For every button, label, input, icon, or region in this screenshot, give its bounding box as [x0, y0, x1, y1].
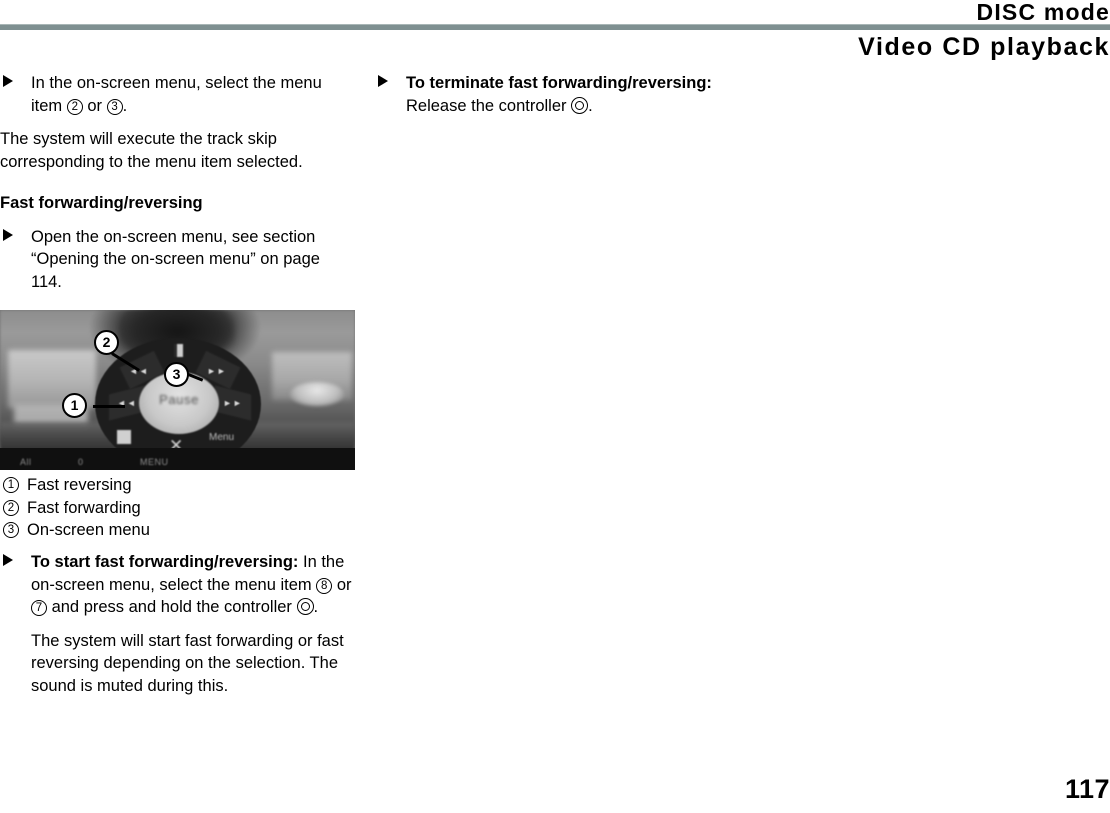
section-heading-fast-forwarding-reversing: Fast forwarding/reversing [0, 194, 203, 212]
page-title: DISC mode [976, 0, 1110, 25]
figure-background-bowl [290, 382, 344, 406]
osd-glyph-skip-forward-icon: ►► [207, 366, 227, 376]
page-header: DISC mode Video CD playback [0, 0, 1110, 62]
figure-legend: 1 Fast reversing 2 Fast forwarding 3 On-… [0, 474, 352, 542]
legend-item: 1 Fast reversing [0, 474, 352, 497]
callout-leader-line-1 [93, 405, 125, 408]
step-bold-lead: To terminate fast forwarding/reversing: [406, 74, 712, 92]
bullet-arrow-icon [3, 75, 13, 87]
circled-number-ref-3: 3 [106, 98, 123, 115]
instruction-step-start-fast-forward: To start fast forwarding/reversing: In t… [0, 551, 352, 619]
step-text-mid: or [82, 96, 107, 115]
legend-item: 3 On-screen menu [0, 519, 352, 542]
result-paragraph-fast-forward: The system will start fast forwarding or… [31, 631, 344, 695]
legend-number-1: 1 [3, 477, 19, 493]
circled-number-ref-2: 2 [66, 98, 83, 115]
step-bold-lead: To start fast forwarding/reversing: [31, 553, 299, 571]
step-text: Open the on-screen menu, see section “Op… [31, 227, 320, 291]
osd-center-label: Pause [159, 392, 199, 407]
step-text-after: and press and hold the controller [47, 598, 297, 616]
step-text-after: . [122, 96, 128, 115]
osd-menu-label: Menu [209, 432, 235, 443]
instruction-step-terminate-fast-forward: To terminate fast forwarding/reversing: … [375, 72, 745, 117]
legend-item: 2 Fast forwarding [0, 497, 352, 520]
circled-number-ref-7: 7 [31, 600, 47, 616]
left-column: In the on-screen menu, select the menu i… [0, 72, 352, 293]
right-column: To terminate fast forwarding/reversing: … [375, 72, 745, 117]
strip-label-right: MENU [140, 457, 169, 467]
osd-stop-icon [117, 430, 131, 444]
circled-number-ref-8: 8 [316, 577, 333, 594]
figure-osd-menu: ◄◄ ►► ◄◄ ►► Pause ✕ Menu All 0 MENU 1 2 … [0, 310, 355, 470]
step-text-end: . [313, 598, 319, 616]
lower-left-block: To start fast forwarding/reversing: In t… [0, 551, 352, 697]
strip-label-left: All [20, 457, 32, 467]
legend-label-3: On-screen menu [27, 521, 150, 539]
osd-pause-icon [174, 344, 183, 357]
instruction-step-open-osd-menu: Open the on-screen menu, see section “Op… [0, 226, 352, 294]
bullet-arrow-icon [3, 554, 13, 566]
page-subtitle: Video CD playback [858, 33, 1110, 61]
step-text-end: . [588, 96, 593, 115]
instruction-step-select-menu-item: In the on-screen menu, select the menu i… [0, 72, 352, 117]
legend-number-3: 3 [3, 522, 19, 538]
controller-icon [571, 96, 589, 114]
step-text-after: Release the controller [406, 96, 572, 115]
header-divider [0, 24, 1110, 30]
figure-image: ◄◄ ►► ◄◄ ►► Pause ✕ Menu All 0 MENU 1 2 … [0, 310, 355, 470]
step-text-mid: or [332, 575, 352, 594]
legend-label-1: Fast reversing [27, 476, 132, 494]
figure-callout-1: 1 [62, 393, 87, 418]
figure-callout-3: 3 [164, 362, 189, 387]
result-paragraph-track-skip: The system will execute the track skip c… [0, 130, 303, 171]
page-number: 117 [1064, 774, 1110, 804]
figure-callout-2: 2 [94, 330, 119, 355]
bullet-arrow-icon [3, 228, 13, 241]
figure-status-strip: All 0 MENU [0, 448, 355, 470]
controller-icon [296, 598, 314, 615]
strip-label-mid: 0 [78, 457, 84, 467]
osd-glyph-fast-forward-icon: ►► [223, 398, 243, 408]
bullet-arrow-icon [378, 75, 388, 87]
legend-number-2: 2 [3, 499, 19, 516]
legend-label-2: Fast forwarding [27, 498, 141, 517]
